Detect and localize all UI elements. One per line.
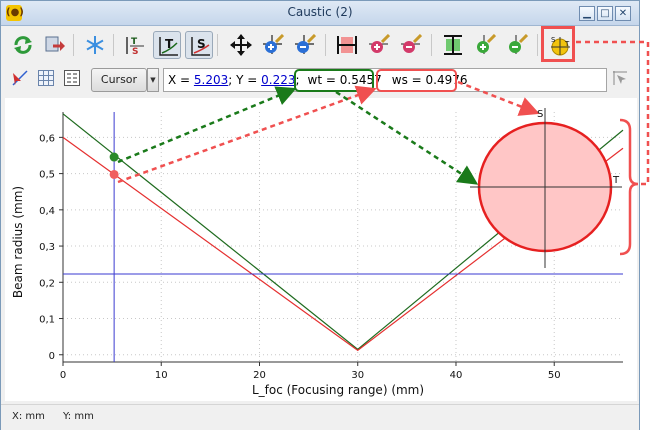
beam-shape-highlight (541, 26, 575, 62)
ts-toggle-button[interactable]: T S (121, 31, 149, 59)
cursor-dropdown-arrow-icon[interactable]: ▼ (147, 68, 159, 92)
window-title: Caustic (2) (287, 5, 353, 19)
cursor-button[interactable]: Cursor (91, 68, 147, 92)
zoom-in-vertical-icon (477, 34, 496, 54)
cursor-pick-icon (12, 70, 28, 86)
x-tick-label: 10 (155, 370, 168, 381)
refresh-icon (14, 36, 32, 54)
zoom-fit-icon (230, 34, 252, 56)
zoom-fit-vertical-icon (444, 35, 462, 55)
zoom-in-icon (263, 34, 284, 54)
x-prefix: X = (168, 73, 194, 87)
freeze-button[interactable] (81, 31, 109, 59)
zoom-in-vertical-button[interactable] (471, 31, 499, 59)
zoom-in-horizontal-button[interactable] (365, 31, 393, 59)
zoom-out-icon (295, 34, 316, 54)
cursor-pick-button[interactable] (9, 67, 33, 91)
y-units-status: Y: mm (63, 411, 94, 422)
tangential-plot-button[interactable]: T (153, 31, 181, 59)
minimize-button[interactable]: ▁ (579, 6, 595, 21)
zoom-out-vertical-icon (509, 34, 528, 54)
y-value-link[interactable]: 0.223 (261, 73, 295, 87)
zoom-in-button[interactable] (259, 31, 287, 59)
zoom-out-vertical-button[interactable] (503, 31, 531, 59)
cursor-settings-button[interactable] (609, 67, 633, 91)
cursor-marker-1 (109, 169, 119, 179)
y-tick-label: 0,5 (39, 170, 55, 181)
x-tick-label: 0 (60, 370, 66, 381)
grid (62, 112, 623, 362)
cursor-settings-icon (613, 71, 627, 85)
x-tick-label: 40 (450, 370, 463, 381)
formula-button[interactable] (61, 67, 85, 91)
status-bar: X: mm Y: mm (1, 404, 639, 430)
wt-highlight (294, 69, 374, 92)
y-tick-label: 0,6 (39, 133, 55, 144)
x-tick-label: 50 (548, 370, 561, 381)
cursor (63, 112, 623, 362)
formula-icon (64, 70, 80, 86)
export-icon (45, 36, 65, 52)
x-tick-label: 30 (351, 370, 364, 381)
svg-text:S: S (132, 47, 138, 56)
x-units-status: X: mm (12, 411, 45, 422)
zoom-out-button[interactable] (291, 31, 319, 59)
sagittal-plot-button[interactable]: S (185, 31, 213, 59)
zoom-fit-horizontal-icon (337, 36, 357, 54)
zoom-fit-vertical-button[interactable] (439, 31, 467, 59)
grid-toggle-button[interactable] (35, 67, 59, 91)
cursor-marker-0 (109, 152, 119, 162)
y-axis-label: Beam radius (mm) (11, 186, 25, 298)
export-button[interactable] (41, 31, 69, 59)
series-line-0 (62, 113, 624, 351)
ws-highlight (376, 69, 457, 92)
grid-icon (38, 70, 54, 86)
ts-toggle-icon: T S (126, 37, 144, 56)
y-tick-label: 0 (49, 351, 55, 362)
y-tick-label: 0,1 (39, 315, 55, 326)
series (62, 113, 624, 352)
x-tick-label: 20 (253, 370, 266, 381)
freeze-icon (86, 36, 104, 54)
title-bar: (●) Caustic (2) ▁ □ ✕ (1, 1, 639, 26)
zoom-in-horizontal-icon (369, 34, 390, 53)
y-tick-label: 0,4 (39, 206, 55, 217)
y-prefix: ; Y = (228, 73, 262, 87)
y-tick-label: 0,3 (39, 242, 55, 253)
y-tick-label: 0,2 (39, 278, 55, 289)
x-value-link[interactable]: 5.203 (194, 73, 228, 87)
zoom-fit-button[interactable] (227, 31, 255, 59)
zoom-fit-horizontal-button[interactable] (333, 31, 361, 59)
zoom-out-horizontal-button[interactable] (397, 31, 425, 59)
zoom-out-horizontal-icon (401, 34, 422, 53)
refresh-button[interactable] (9, 31, 37, 59)
x-axis-label: L_foc (Focusing range) (mm) (252, 383, 424, 397)
caustic-plot-area[interactable]: 0 10 20 30 40 50 0 0,1 0,2 0,3 0,4 0,5 0,6 L_foc (Fo… (5, 98, 637, 401)
tangential-plot-icon: T (159, 37, 178, 56)
maximize-button[interactable]: □ (597, 6, 613, 21)
close-button[interactable]: ✕ (615, 6, 631, 21)
caustic-window: (●) Caustic (2) ▁ □ ✕ T S T S S T Cursor… (0, 0, 640, 430)
caustic-chart[interactable]: 0 10 20 30 40 50 0 0,1 0,2 0,3 0,4 0,5 0,6 L_foc (Fo… (5, 98, 637, 401)
sagittal-plot-icon: S (191, 37, 210, 56)
